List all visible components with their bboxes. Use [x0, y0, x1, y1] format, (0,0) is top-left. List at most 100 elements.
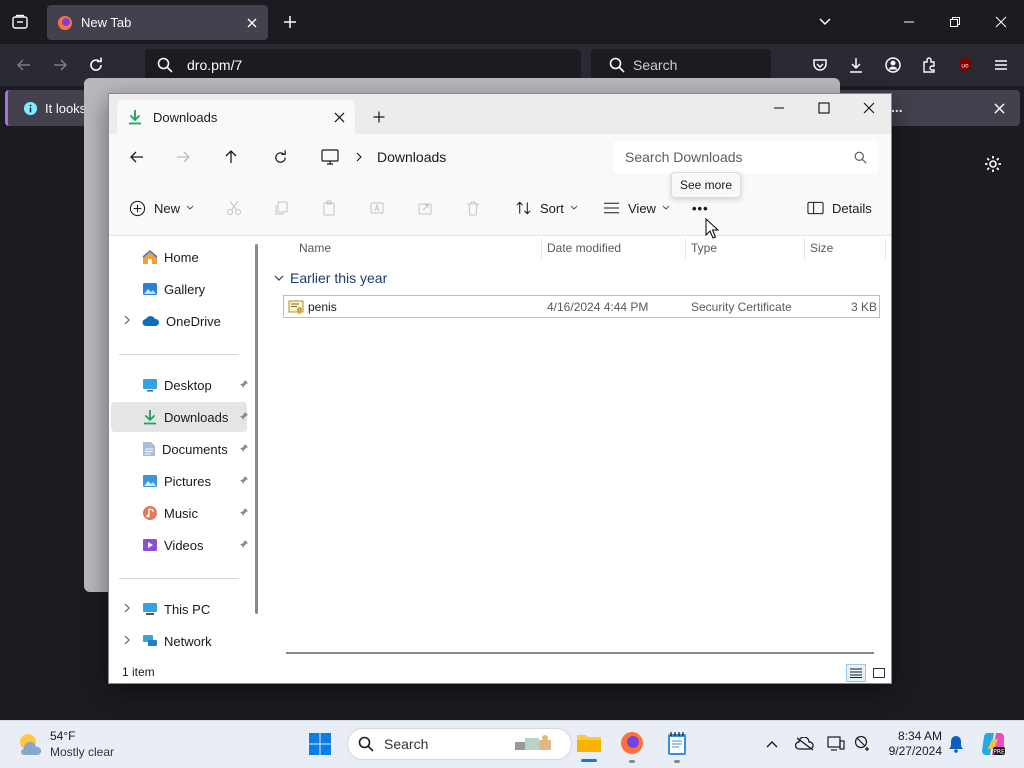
taskbar-search-box[interactable]: Search	[347, 728, 572, 760]
breadcrumb-current[interactable]: Downloads	[377, 149, 446, 165]
nav-item-this-pc[interactable]: This PC	[111, 594, 247, 624]
music-icon	[142, 505, 158, 521]
group-header[interactable]: Earlier this year	[274, 270, 387, 286]
chevron-right-icon[interactable]	[123, 603, 131, 613]
url-bar[interactable]: dro.pm/7	[145, 49, 581, 80]
notification-more-button[interactable]: ...	[891, 99, 903, 115]
browser-tab[interactable]: New Tab	[47, 5, 268, 40]
large-icons-view-icon[interactable]	[869, 664, 889, 682]
minimize-icon[interactable]	[899, 12, 919, 32]
network-status-icon[interactable]	[853, 735, 873, 753]
weather-icon[interactable]	[16, 729, 44, 757]
rename-icon[interactable]	[367, 198, 387, 218]
chevron-right-icon[interactable]	[123, 635, 131, 645]
explorer-tab[interactable]: Downloads	[117, 100, 355, 134]
pin-icon[interactable]	[239, 539, 249, 549]
column-divider[interactable]	[685, 238, 686, 260]
close-tab-icon[interactable]	[334, 111, 345, 123]
pin-icon[interactable]	[239, 443, 249, 453]
downloads-icon[interactable]	[845, 54, 867, 76]
nav-item-downloads[interactable]: Downloads	[111, 402, 249, 432]
ublock-origin-icon[interactable]: uo	[954, 54, 976, 76]
firefox-taskbar-icon[interactable]	[620, 731, 644, 755]
nav-item-onedrive[interactable]: OneDrive	[111, 306, 247, 336]
certificate-icon	[288, 299, 304, 315]
chevron-right-icon[interactable]	[123, 315, 131, 325]
close-window-icon[interactable]	[991, 12, 1011, 32]
close-window-icon[interactable]	[860, 99, 878, 117]
nav-label: Desktop	[164, 377, 212, 393]
nav-item-home[interactable]: Home	[111, 242, 247, 272]
nav-item-network[interactable]: Network	[111, 626, 247, 656]
extensions-icon[interactable]	[918, 54, 940, 76]
details-button[interactable]: Details	[807, 194, 872, 222]
weather-temp[interactable]: 54°F	[50, 729, 75, 743]
notification-bell-icon[interactable]	[946, 734, 966, 754]
column-header-size[interactable]: Size	[810, 241, 833, 255]
pin-icon[interactable]	[239, 411, 249, 421]
new-tab-icon[interactable]	[280, 12, 300, 32]
horizontal-scrollbar[interactable]	[286, 652, 874, 654]
nav-item-music[interactable]: Music	[111, 498, 249, 528]
reload-icon[interactable]	[86, 55, 106, 75]
paste-icon[interactable]	[319, 198, 339, 218]
file-explorer-taskbar-icon[interactable]	[576, 731, 602, 755]
menu-icon[interactable]	[990, 54, 1012, 76]
nav-item-videos[interactable]: Videos	[111, 530, 249, 560]
close-tab-icon[interactable]	[246, 17, 258, 29]
new-tab-icon[interactable]	[371, 109, 387, 125]
onedrive-offline-icon[interactable]	[795, 735, 815, 753]
column-divider[interactable]	[541, 238, 542, 260]
sort-button[interactable]: Sort	[515, 194, 578, 222]
refresh-icon[interactable]	[270, 147, 290, 167]
forward-arrow-icon[interactable]	[173, 147, 193, 167]
settings-gear-icon[interactable]	[982, 153, 1004, 175]
copilot-icon[interactable]: PRE	[980, 731, 1006, 757]
column-header-type[interactable]: Type	[691, 241, 717, 255]
restore-icon[interactable]	[945, 12, 965, 32]
delete-icon[interactable]	[463, 198, 483, 218]
column-divider[interactable]	[885, 238, 886, 260]
column-header-date-modified[interactable]: Date modified	[547, 241, 621, 255]
close-notification-icon[interactable]	[991, 100, 1007, 116]
maximize-icon[interactable]	[815, 99, 833, 117]
nav-item-pictures[interactable]: Pictures	[111, 466, 249, 496]
account-icon[interactable]	[882, 54, 904, 76]
list-all-tabs-icon[interactable]	[10, 12, 30, 32]
chevron-up-icon[interactable]	[764, 736, 780, 752]
file-row[interactable]: penis 4/16/2024 4:44 PM Security Certifi…	[283, 295, 880, 318]
pin-icon[interactable]	[239, 475, 249, 485]
nav-scrollbar[interactable]	[255, 244, 258, 614]
nav-item-desktop[interactable]: Desktop	[111, 370, 249, 400]
file-name: penis	[308, 300, 337, 314]
display-icon[interactable]	[826, 735, 846, 753]
back-icon[interactable]	[14, 55, 34, 75]
weather-desc[interactable]: Mostly clear	[50, 745, 114, 759]
breadcrumb[interactable]: Downloads	[311, 141, 601, 173]
nav-item-documents[interactable]: Documents	[111, 434, 249, 464]
minimize-icon[interactable]	[770, 99, 788, 117]
up-arrow-icon[interactable]	[221, 147, 241, 167]
url-text: dro.pm/7	[187, 56, 243, 73]
nav-item-gallery[interactable]: Gallery	[111, 274, 247, 304]
column-divider[interactable]	[804, 238, 805, 260]
start-windows-icon[interactable]	[308, 732, 332, 756]
pin-icon[interactable]	[239, 507, 249, 517]
back-arrow-icon[interactable]	[127, 147, 147, 167]
search-downloads-input[interactable]: Search Downloads	[613, 141, 879, 173]
cut-icon[interactable]	[224, 198, 244, 218]
view-button[interactable]: View	[603, 194, 670, 222]
copy-icon[interactable]	[271, 198, 291, 218]
share-icon[interactable]	[415, 198, 435, 218]
pocket-icon[interactable]	[809, 54, 831, 76]
column-header-name[interactable]: Name	[299, 241, 331, 255]
chevron-down-icon	[570, 205, 578, 211]
clock[interactable]: 8:34 AM 9/27/2024	[880, 729, 942, 759]
new-button[interactable]: New	[129, 194, 194, 222]
notepad-taskbar-icon[interactable]	[666, 730, 688, 756]
forward-icon[interactable]	[50, 55, 70, 75]
browser-search-box[interactable]: Search	[591, 49, 771, 80]
details-view-icon[interactable]	[846, 664, 866, 682]
pin-icon[interactable]	[239, 379, 249, 389]
chevron-down-icon[interactable]	[815, 12, 835, 32]
